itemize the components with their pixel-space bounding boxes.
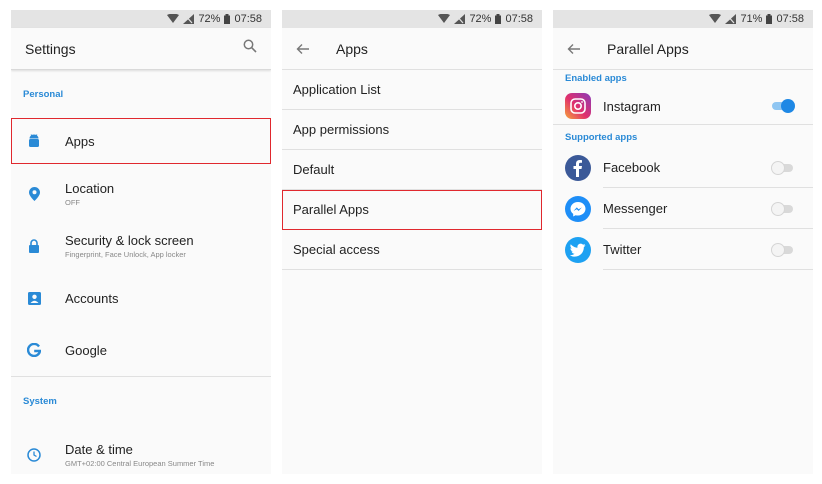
settings-item-summary: Fingerprint, Face Unlock, App locker [65,250,186,259]
section-header-supported: Supported apps [565,132,638,143]
list-item-app-permissions[interactable]: App permissions [282,110,542,150]
settings-item-accounts[interactable]: Accounts [11,272,271,324]
google-icon [25,341,43,359]
section-personal: Personal [11,70,271,118]
settings-item-label: Security & lock screen [65,233,194,248]
parallel-app-name: Facebook [603,160,661,175]
list-item-application-list[interactable]: Application List [282,70,542,110]
parallel-app-name: Instagram [603,98,661,114]
list-item-default[interactable]: Default [282,150,542,190]
toggle-switch-messenger[interactable] [771,201,795,216]
page-title: Settings [25,40,76,57]
settings-item-security[interactable]: Security & lock screen Fingerprint, Face… [11,220,271,272]
parallel-app-facebook[interactable]: Facebook [553,147,813,188]
app-bar: Parallel Apps [553,28,813,70]
list-item-parallel-apps[interactable]: Parallel Apps [282,190,542,230]
account-icon [25,289,43,307]
settings-item-summary: GMT+02:00 Central European Summer Time [65,459,215,468]
section-header-personal: Personal [23,88,64,100]
wifi-icon [709,14,722,24]
clock-time: 07:58 [234,13,262,25]
apps-screen: 72% 07:58 Apps Application List App perm… [282,10,542,474]
back-arrow-icon[interactable] [296,41,312,57]
lock-icon [25,237,43,255]
list-item-special-access[interactable]: Special access [282,230,542,270]
status-bar: 72% 07:58 [282,10,542,28]
parallel-app-messenger[interactable]: Messenger [553,188,813,229]
twitter-icon [565,236,591,263]
signal-icon [725,14,737,24]
battery-percent: 72% [469,13,492,25]
toggle-switch-instagram[interactable] [771,99,795,113]
parallel-app-name: Twitter [603,242,642,257]
settings-item-google[interactable]: Google [11,324,271,376]
instagram-icon [565,93,591,119]
section-system: System [11,377,271,425]
battery-percent: 71% [740,13,763,25]
parallel-apps-screen: 71% 07:58 Parallel Apps Enabled apps Ins… [553,10,813,474]
settings-item-label: Date & time [65,442,133,457]
section-supported-apps: Supported apps [553,125,813,147]
divider [603,269,813,270]
settings-item-summary: OFF [65,198,80,207]
parallel-app-instagram[interactable]: Instagram [553,88,813,124]
signal-icon [454,14,466,24]
settings-item-date-time[interactable]: Date & time GMT+02:00 Central European S… [11,425,271,474]
wifi-icon [167,14,180,24]
battery-icon [495,14,502,24]
section-enabled-apps: Enabled apps [553,70,813,88]
status-bar: 72% 07:58 [11,10,271,28]
clock-icon [25,446,43,464]
status-bar: 71% 07:58 [553,10,813,28]
signal-icon [183,14,195,24]
parallel-app-name: Messenger [603,201,668,216]
clock-time: 07:58 [505,13,533,25]
parallel-app-twitter[interactable]: Twitter [553,229,813,270]
android-icon [25,132,43,150]
back-arrow-icon[interactable] [567,41,583,57]
clock-time: 07:58 [776,13,804,25]
page-title: Apps [336,40,368,57]
app-bar: Apps [282,28,542,70]
battery-icon [766,14,773,24]
page-title: Parallel Apps [607,40,689,57]
facebook-icon [565,154,591,181]
toggle-switch-twitter[interactable] [771,242,795,257]
settings-item-label: Apps [65,133,95,149]
section-header-system: System [23,395,57,407]
search-icon[interactable] [243,39,257,58]
battery-icon [224,14,231,24]
location-pin-icon [25,185,43,203]
wifi-icon [438,14,451,24]
app-bar: Settings [11,28,271,70]
settings-item-label: Accounts [65,290,119,306]
settings-item-location[interactable]: Location OFF [11,168,271,220]
settings-item-label: Location [65,181,115,196]
section-header-enabled: Enabled apps [565,73,627,84]
battery-percent: 72% [198,13,221,25]
toggle-switch-facebook[interactable] [771,160,795,175]
settings-screen: 72% 07:58 Settings Personal Apps Locatio… [11,10,271,474]
settings-item-label: Google [65,342,107,358]
messenger-icon [565,195,591,222]
settings-item-apps[interactable]: Apps [11,118,271,164]
